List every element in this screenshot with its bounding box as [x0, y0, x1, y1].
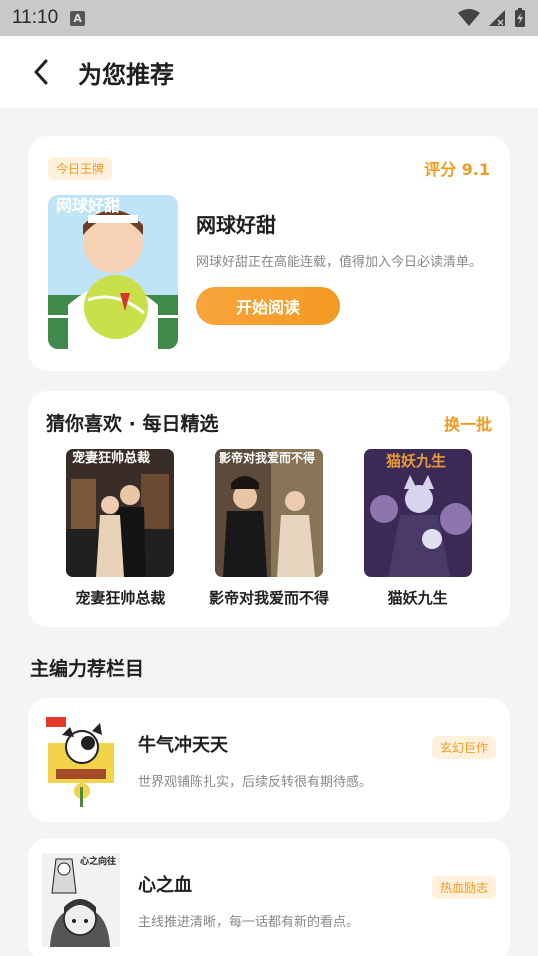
editor-recommend-item[interactable]: 心之向往 心之血 主线推进清晰，每一话都有新的看点。 热血励志 [28, 838, 510, 956]
rec-description: 世界观铺陈扎实，后续反转很有期待感。 [138, 774, 373, 790]
book-cover-text: 影帝对我爱而不得 [219, 450, 315, 465]
notification-icon: A [70, 10, 86, 26]
signal-icon [489, 10, 505, 26]
status-time: 11:10 [12, 7, 59, 28]
back-button[interactable] [26, 57, 56, 87]
battery-icon [515, 8, 525, 27]
featured-cover[interactable]: 网球好甜 [48, 195, 178, 349]
editor-section-title: 主编力荐栏目 [30, 658, 145, 680]
featured-cover-text: 网球好甜 [56, 196, 120, 215]
editor-recommend-item[interactable]: 牛气冲天天 世界观铺陈扎实，后续反转很有期待感。 玄幻巨作 [28, 698, 510, 822]
book-cover-text: 猫妖九生 [386, 452, 446, 470]
book-cover: 影帝对我爱而不得 [215, 449, 323, 577]
status-bar: 11:10 A [0, 0, 538, 36]
start-reading-button[interactable]: 开始阅读 [196, 287, 340, 325]
guess-you-like-card: 猜你喜欢 · 每日精选 换一批 宠妻狂帅总裁 宠妻狂帅总裁 影帝对我爱而不得 影… [28, 391, 510, 627]
rec-description: 主线推进清晰，每一话都有新的看点。 [138, 914, 360, 930]
book-cover: 心之向往 [42, 853, 120, 947]
status-icons [458, 8, 526, 28]
book-title: 宠妻狂帅总裁 [75, 589, 166, 607]
book-item[interactable]: 影帝对我爱而不得 影帝对我爱而不得 [195, 449, 344, 608]
book-item[interactable]: 猫妖九生 猫妖九生 [343, 449, 492, 608]
chevron-left-icon [34, 59, 48, 85]
featured-tag: 今日王牌 [48, 156, 113, 180]
page-title: 为您推荐 [78, 60, 174, 89]
book-cover-text: 宠妻狂帅总裁 [72, 450, 150, 466]
book-cover: 宠妻狂帅总裁 [66, 449, 175, 577]
featured-title: 网球好甜 [196, 213, 276, 237]
main-content: 今日王牌 评分 9.1 网球好甜 网球好甜 网球好甜正在高能连载，值得加入今日必… [0, 108, 538, 956]
refresh-button[interactable]: 换一批 [444, 411, 492, 435]
book-title: 影帝对我爱而不得 [209, 589, 330, 607]
book-title: 猫妖九生 [387, 589, 448, 607]
featured-description: 网球好甜正在高能连载，值得加入今日必读清单。 [196, 255, 483, 270]
featured-rating: 评分 9.1 [424, 160, 490, 179]
featured-card: 今日王牌 评分 9.1 网球好甜 网球好甜 网球好甜正在高能连载，值得加入今日必… [28, 136, 510, 371]
book-cover: 猫妖九生 [363, 449, 472, 577]
book-item[interactable]: 宠妻狂帅总裁 宠妻狂帅总裁 [46, 449, 195, 608]
app-bar: 为您推荐 [0, 36, 538, 108]
rec-tag: 热血励志 [431, 876, 496, 899]
book-cover [42, 713, 120, 807]
wifi-icon [458, 9, 480, 26]
rec-tag: 玄幻巨作 [431, 736, 496, 759]
guess-title: 猜你喜欢 · 每日精选 [46, 413, 219, 435]
book-cover-text: 心之向往 [80, 855, 116, 867]
